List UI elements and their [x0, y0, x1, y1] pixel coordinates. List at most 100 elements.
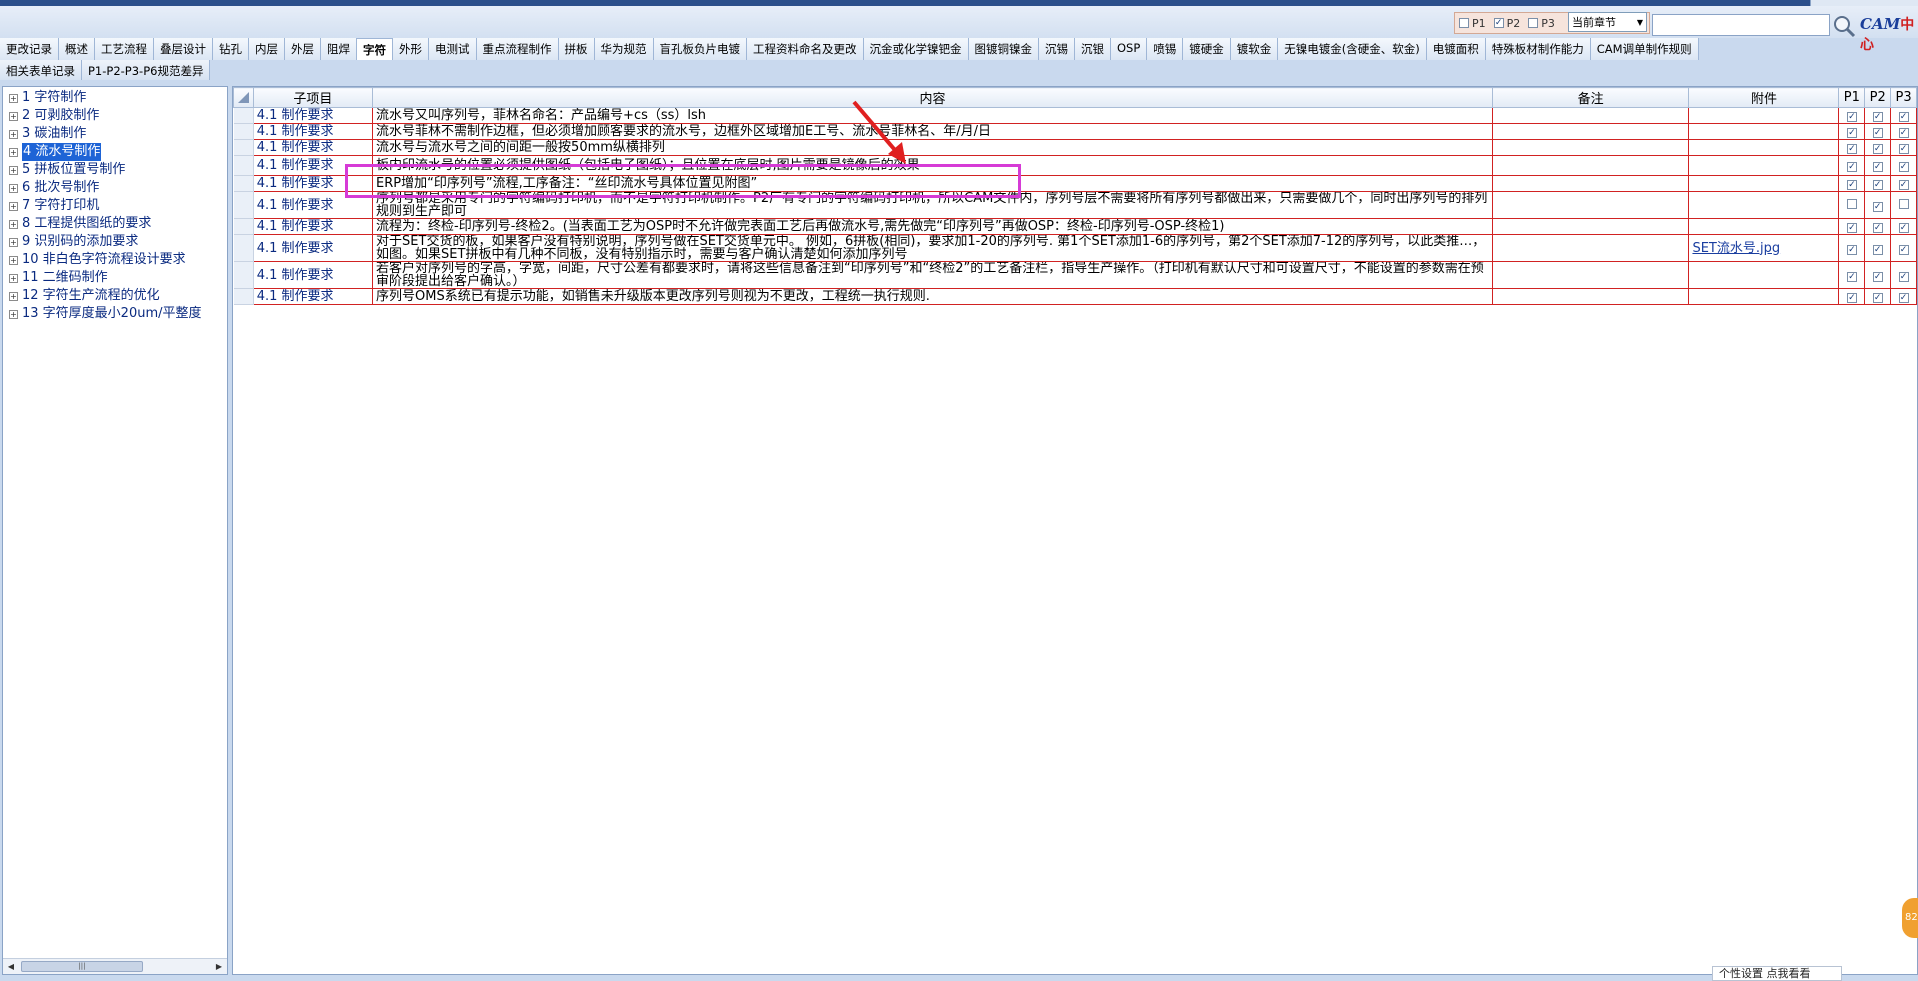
checkbox-icon[interactable]: ✓	[1898, 244, 1909, 255]
row-indicator[interactable]	[233, 155, 254, 176]
tree-node[interactable]: +4 流水号制作	[9, 143, 227, 161]
tab-item[interactable]: 拼板	[558, 38, 595, 60]
tab-item[interactable]: 外层	[285, 38, 321, 60]
checkbox-icon[interactable]: ✓	[1872, 293, 1883, 303]
tab-item[interactable]: 盲孔板负片电镀	[653, 38, 747, 60]
tree-horizontal-scrollbar[interactable]: ◀ ||| ▶	[3, 958, 227, 974]
tab-item[interactable]: 外形	[393, 38, 429, 60]
checkbox-icon[interactable]: ✓	[1846, 162, 1857, 172]
checkbox-icon[interactable]: ✓	[1898, 293, 1909, 303]
tab-item[interactable]: 特殊板材制作能力	[1485, 38, 1591, 60]
tab-item[interactable]: 无镍电镀金(含硬金、软金)	[1278, 38, 1427, 60]
checkbox-icon[interactable]	[1459, 18, 1469, 28]
checkbox-icon[interactable]: ✓	[1898, 144, 1909, 154]
tab-item[interactable]: 镀硬金	[1183, 38, 1231, 60]
row-indicator[interactable]	[233, 191, 254, 219]
checkbox-icon[interactable]: ✓	[1898, 271, 1909, 282]
filter-p1[interactable]: P1	[1459, 17, 1486, 30]
tab-item[interactable]: OSP	[1111, 38, 1148, 60]
row-indicator[interactable]	[233, 234, 254, 262]
table-row[interactable]: 4.1 制作要求 流水号菲林不需制作边框，但必须增加顾客要求的流水号，边框外区域增…	[233, 123, 1917, 140]
expand-icon[interactable]: +	[9, 165, 18, 175]
checkbox-icon[interactable]: ✓	[1872, 144, 1883, 154]
tab-item[interactable]: 沉锡	[1039, 38, 1075, 60]
tree-node[interactable]: +8 工程提供图纸的要求	[9, 215, 227, 233]
checkbox-icon[interactable]: ✓	[1846, 144, 1857, 154]
expand-icon[interactable]: +	[9, 219, 18, 229]
expand-icon[interactable]: +	[9, 129, 18, 139]
checkbox-icon[interactable]	[1898, 198, 1909, 209]
table-row[interactable]: 4.1 制作要求 流程为：终检-印序列号-终检2。(当表面工艺为OSP时不允许做完…	[233, 218, 1917, 235]
expand-icon[interactable]: +	[9, 147, 18, 157]
filter-p2[interactable]: ✓ P2	[1493, 17, 1520, 30]
tab-item[interactable]: 镀软金	[1230, 38, 1279, 60]
checkbox-icon[interactable]: ✓	[1872, 162, 1883, 172]
grid-corner[interactable]	[233, 87, 254, 108]
checkbox-icon[interactable]: ✓	[1898, 180, 1909, 190]
tree-node[interactable]: +6 批次号制作	[9, 179, 227, 197]
checkbox-icon[interactable]: ✓	[1872, 244, 1883, 255]
header-content[interactable]: 内容	[372, 87, 1493, 108]
tab-item[interactable]: 叠层设计	[154, 38, 213, 60]
tree-node[interactable]: +12 字符生产流程的优化	[9, 287, 227, 305]
attachment-link[interactable]: SET流水号.jpg	[1692, 241, 1780, 256]
checkbox-icon[interactable]	[1846, 198, 1857, 209]
tab-item[interactable]: 重点流程制作	[476, 38, 559, 60]
checkbox-icon[interactable]: ✓	[1872, 128, 1883, 138]
tab-item[interactable]: 钻孔	[213, 38, 249, 60]
tree-node[interactable]: +3 碳油制作	[9, 125, 227, 143]
checkbox-icon[interactable]: ✓	[1898, 162, 1909, 172]
expand-icon[interactable]: +	[9, 111, 18, 121]
tree-node[interactable]: +11 二维码制作	[9, 269, 227, 287]
expand-icon[interactable]: +	[9, 309, 18, 319]
tab-item[interactable]: CAM调单制作规则	[1590, 38, 1699, 60]
checkbox-icon[interactable]: ✓	[1898, 128, 1909, 138]
tab-item[interactable]: 内层	[249, 38, 285, 60]
personal-settings-popup[interactable]: 个性设置 点我看看	[1712, 966, 1842, 981]
table-row[interactable]: 4.1 制作要求 流水号又叫序列号，菲林名命名：产品编号+cs（ss）lsh ✓ ✓ ✓	[233, 107, 1917, 124]
expand-icon[interactable]: +	[9, 93, 18, 103]
scroll-right-icon[interactable]: ▶	[211, 959, 227, 974]
tab-item[interactable]: 电测试	[429, 38, 477, 60]
floating-assistant-badge[interactable]: 82	[1902, 898, 1918, 938]
checkbox-icon[interactable]: ✓	[1846, 180, 1857, 190]
checkbox-icon[interactable]: ✓	[1846, 112, 1857, 122]
tab-item[interactable]: 沉金或化学镍钯金	[863, 38, 969, 60]
checkbox-icon[interactable]: ✓	[1872, 201, 1883, 212]
checkbox-icon[interactable]: ✓	[1898, 223, 1909, 233]
header-p1[interactable]: P1	[1838, 87, 1866, 108]
tab-item[interactable]: 相关表单记录	[0, 60, 82, 80]
search-input[interactable]	[1652, 14, 1830, 36]
checkbox-icon[interactable]	[1528, 18, 1539, 28]
tab-item[interactable]: 图镀铜镍金	[968, 38, 1039, 60]
checkbox-icon[interactable]: ✓	[1846, 244, 1857, 255]
tab-item[interactable]: 字符	[357, 38, 393, 60]
filter-p3[interactable]: P3	[1528, 17, 1555, 30]
checkbox-icon[interactable]: ✓	[1493, 18, 1504, 28]
tab-item[interactable]: 概述	[59, 38, 95, 60]
header-attachment[interactable]: 附件	[1688, 87, 1840, 108]
checkbox-icon[interactable]: ✓	[1846, 128, 1857, 138]
tree-node[interactable]: +5 拼板位置号制作	[9, 161, 227, 179]
row-indicator[interactable]	[233, 288, 254, 305]
table-row[interactable]: 4.1 制作要求 对于SET交货的板，如果客户没有特别说明，序列号做在SET交货单…	[233, 234, 1917, 262]
row-indicator[interactable]	[233, 218, 254, 235]
row-indicator[interactable]	[233, 261, 254, 289]
checkbox-icon[interactable]: ✓	[1872, 271, 1883, 282]
tab-item[interactable]: 喷锡	[1147, 38, 1184, 60]
tab-item[interactable]: 工艺流程	[95, 38, 154, 60]
header-p3[interactable]: P3	[1890, 87, 1917, 108]
tree-node[interactable]: +2 可剥胶制作	[9, 107, 227, 125]
expand-icon[interactable]: +	[9, 237, 18, 247]
expand-icon[interactable]: +	[9, 273, 18, 283]
checkbox-icon[interactable]: ✓	[1846, 223, 1857, 233]
header-remark[interactable]: 备注	[1491, 87, 1690, 108]
expand-icon[interactable]: +	[9, 183, 18, 193]
header-p2[interactable]: P2	[1864, 87, 1892, 108]
tab-item[interactable]: 更改记录	[0, 38, 59, 60]
tree-node[interactable]: +10 非白色字符流程设计要求	[9, 251, 227, 269]
row-indicator[interactable]	[233, 107, 254, 124]
checkbox-icon[interactable]: ✓	[1872, 223, 1883, 233]
expand-icon[interactable]: +	[9, 201, 18, 211]
chapter-select[interactable]: 当前章节 ▼	[1568, 12, 1647, 32]
